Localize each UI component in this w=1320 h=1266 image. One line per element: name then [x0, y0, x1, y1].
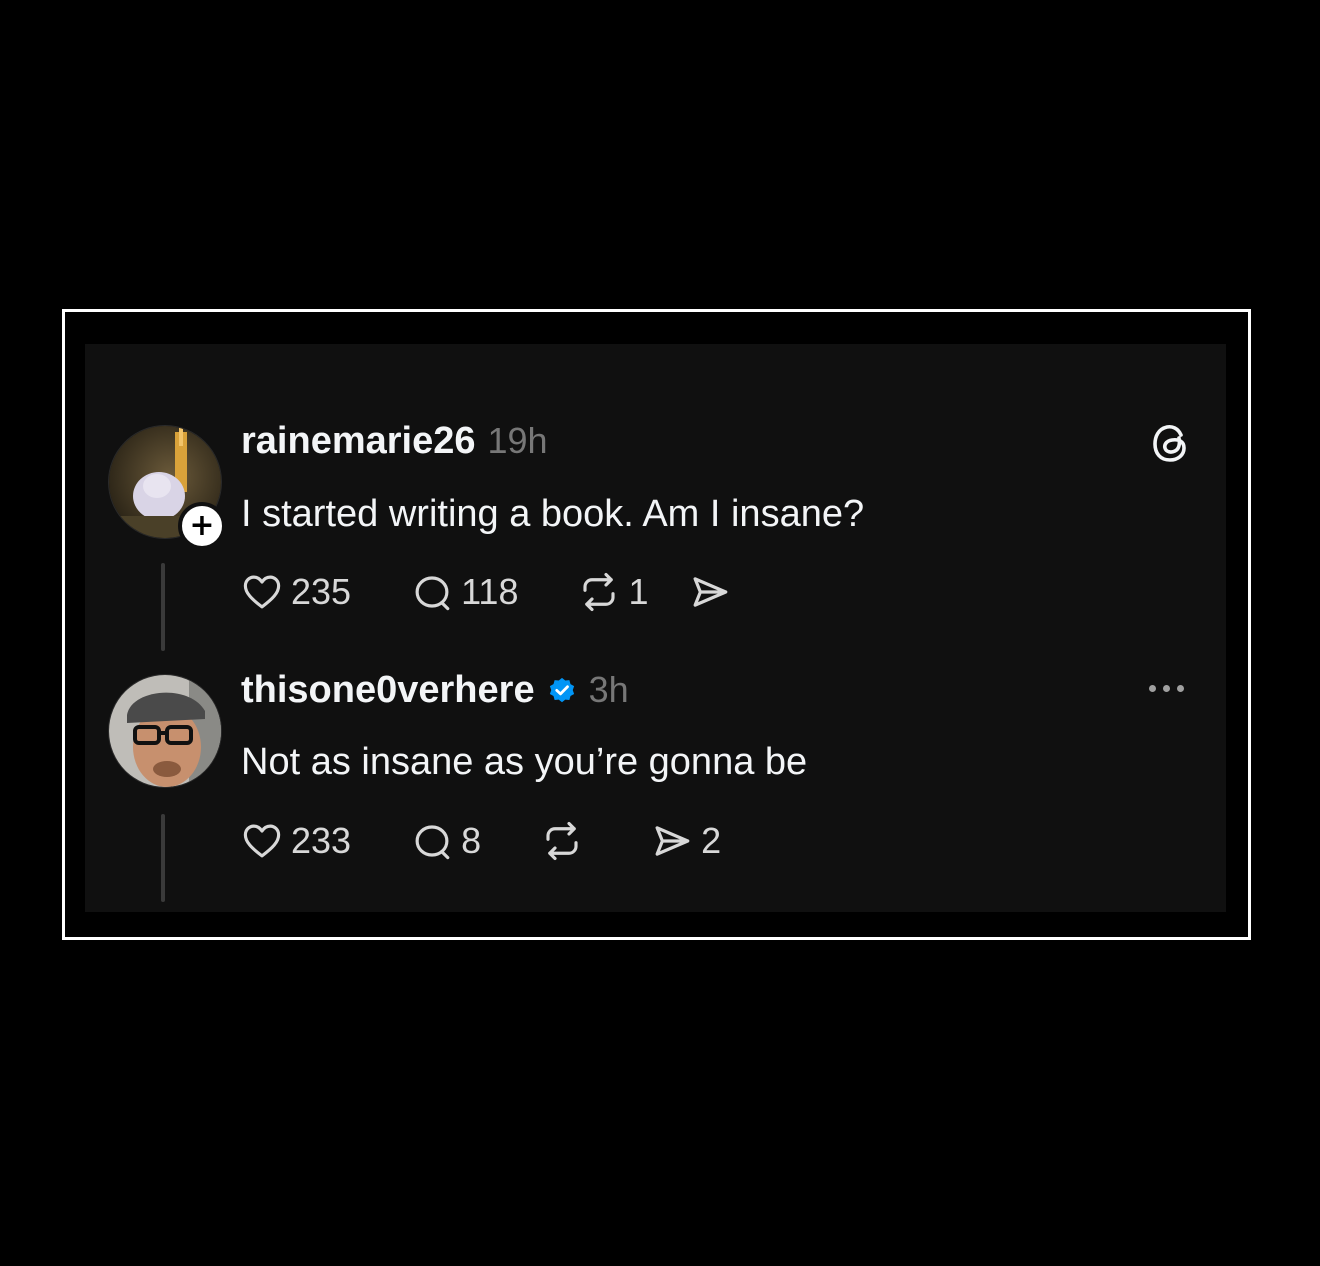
share-button[interactable] [689, 571, 739, 613]
share-count: 2 [701, 820, 722, 861]
post-time: 19h [487, 420, 548, 461]
reply-button[interactable]: 118 [411, 571, 518, 613]
more-options-button[interactable] [1149, 685, 1184, 692]
thread-connector-line [161, 814, 165, 902]
reply-count: 118 [461, 571, 519, 612]
post-header: rainemarie26 19h [241, 420, 548, 463]
thread-connector-line [161, 563, 165, 651]
send-icon [655, 826, 690, 856]
repost-button[interactable] [541, 820, 591, 862]
avatar-image [109, 675, 221, 787]
username[interactable]: rainemarie26 [241, 420, 476, 463]
like-count: 235 [291, 571, 352, 612]
reply-count: 8 [461, 820, 482, 861]
repost-icon [583, 572, 616, 612]
screenshot-frame: + rainemarie26 19h I started writing a b… [62, 309, 1251, 940]
reply-button[interactable]: 8 [411, 820, 481, 862]
heart-icon [243, 575, 281, 609]
heart-icon [243, 824, 281, 858]
threads-logo-icon[interactable] [1147, 419, 1195, 467]
post-actions: 233 8 2 [241, 820, 721, 862]
like-button[interactable]: 233 [241, 820, 351, 862]
post-time: 3h [588, 669, 629, 710]
verified-badge-icon [549, 677, 574, 703]
send-icon [693, 577, 727, 607]
repost-icon [546, 821, 578, 861]
avatar-thisone0verhere[interactable] [108, 674, 222, 788]
post-actions: 235 118 1 [241, 571, 739, 613]
share-button[interactable]: 2 [651, 820, 721, 862]
more-icon-dot [1163, 685, 1170, 692]
repost-button[interactable]: 1 [578, 571, 649, 613]
post-header: thisone0verhere 3h [241, 669, 629, 712]
thread-card: + rainemarie26 19h I started writing a b… [85, 344, 1226, 912]
comment-icon [415, 576, 450, 611]
post-text: Not as insane as you’re gonna be [241, 741, 808, 783]
like-button[interactable]: 235 [241, 571, 351, 613]
username[interactable]: thisone0verhere [241, 669, 535, 712]
follow-plus-icon[interactable]: + [178, 502, 226, 550]
like-count: 233 [291, 820, 352, 861]
more-icon-dot [1177, 685, 1184, 692]
repost-count: 1 [628, 571, 649, 612]
comment-icon [415, 825, 450, 860]
post-text: I started writing a book. Am I insane? [241, 493, 865, 535]
more-icon-dot [1149, 685, 1156, 692]
